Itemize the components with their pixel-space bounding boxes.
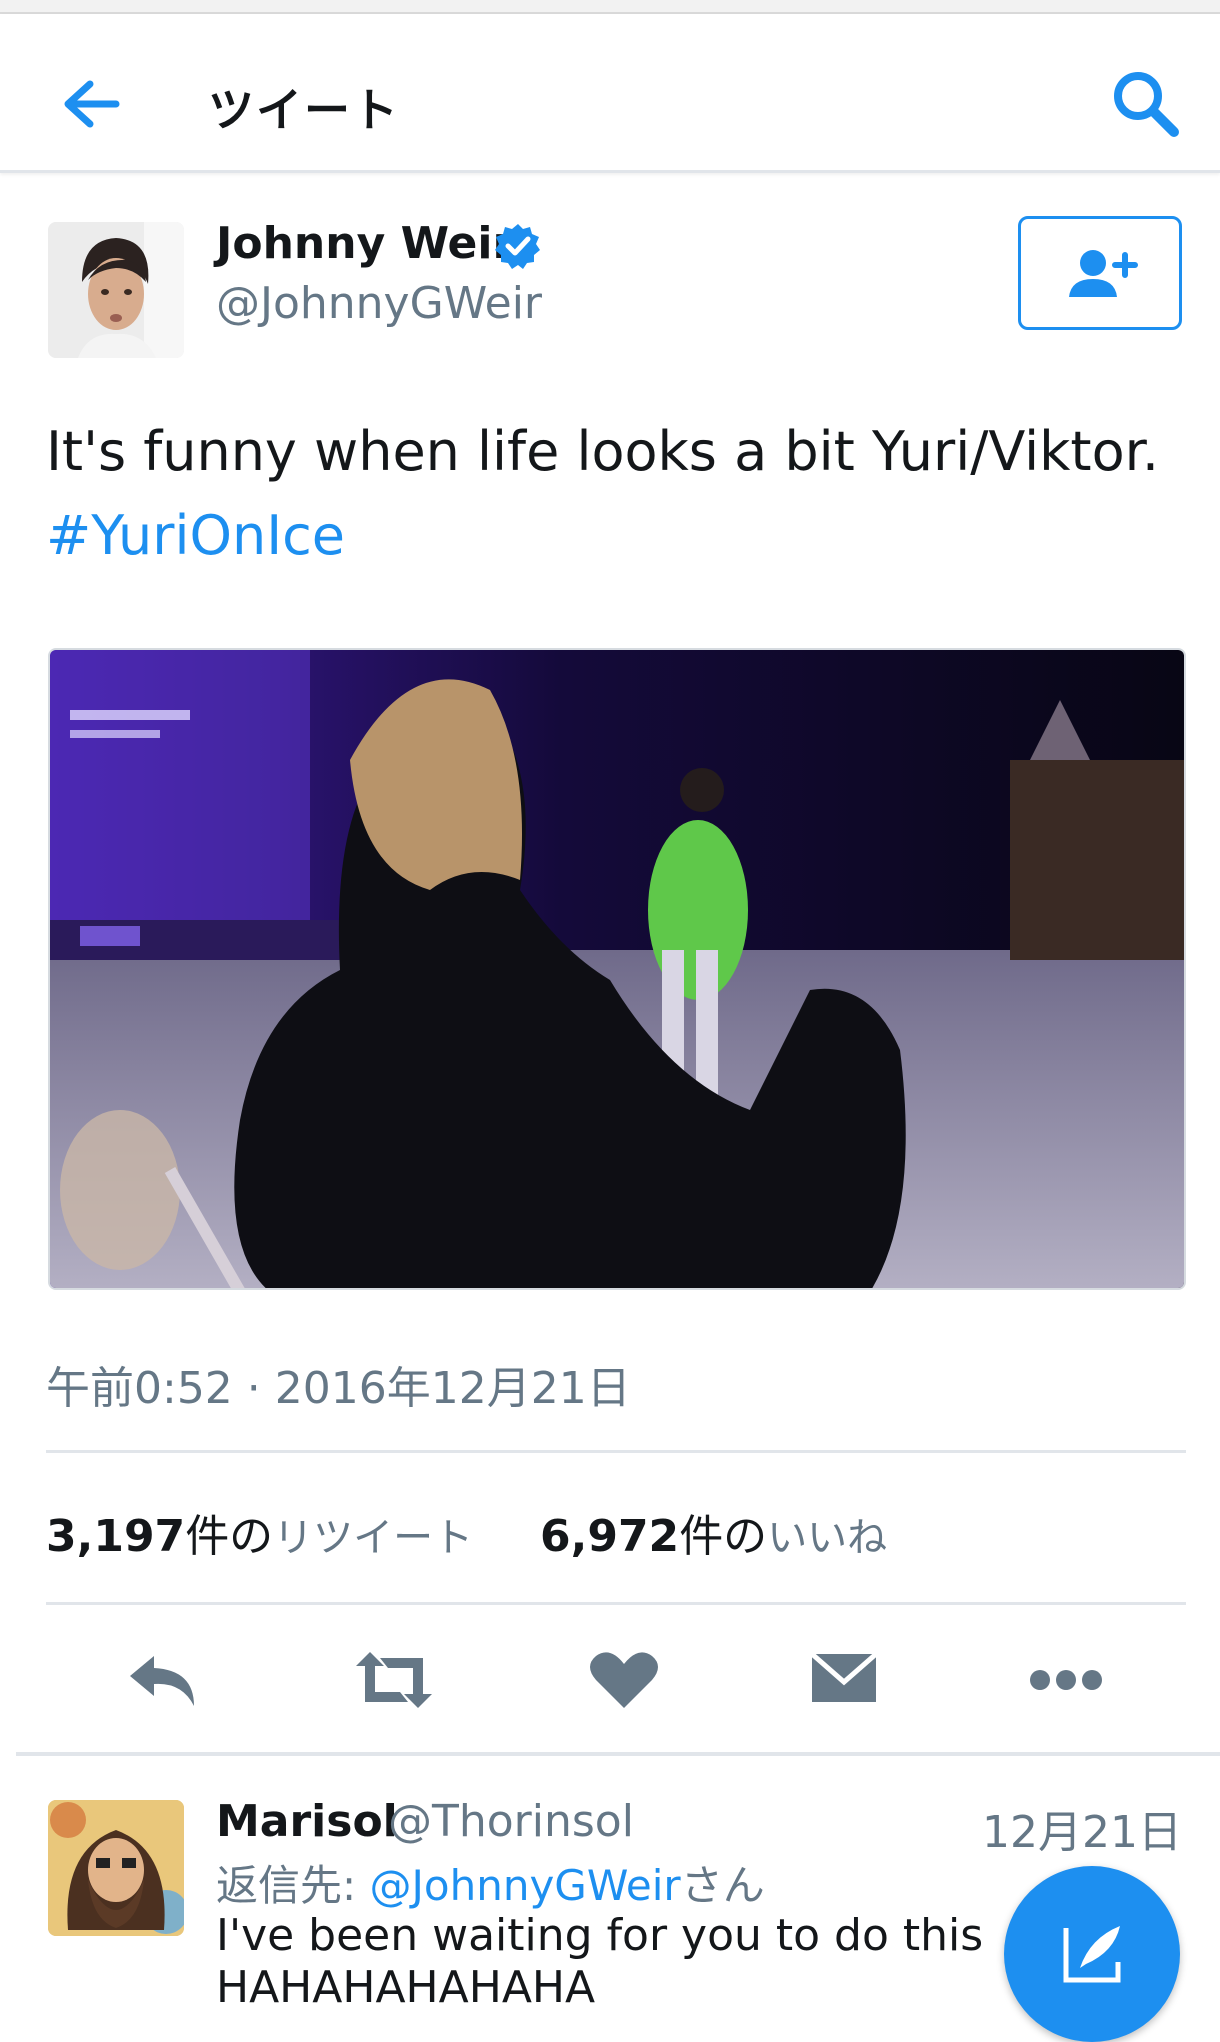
reply-icon[interactable] bbox=[124, 1648, 204, 1712]
retweet-icon[interactable] bbox=[352, 1648, 436, 1712]
reply-date: 12月21日 bbox=[982, 1807, 1182, 1858]
reply-to-link[interactable]: @JohnnyGWeir bbox=[370, 1861, 681, 1910]
reply-prefix: 返信先: bbox=[216, 1861, 370, 1910]
top-navigation-bar: ツイート bbox=[0, 14, 1220, 173]
likes-stat[interactable]: 6,972件のいいね bbox=[540, 1500, 887, 1564]
retweets-label: リツイート bbox=[273, 1515, 474, 1561]
tweet-media[interactable] bbox=[48, 648, 1186, 1290]
replying-to: 返信先: @JohnnyGWeirさん bbox=[216, 1852, 765, 1913]
arrow-left-icon[interactable] bbox=[60, 76, 124, 132]
compose-button[interactable] bbox=[1004, 1866, 1180, 2042]
reply-text-line: HAHAHAHAHAHA bbox=[216, 1962, 596, 2013]
retweets-stat[interactable]: 3,197件のリツイート bbox=[46, 1500, 473, 1564]
compose-feather-icon bbox=[1063, 1926, 1121, 1983]
more-icon[interactable] bbox=[1026, 1648, 1106, 1712]
hashtag-link[interactable]: #YuriOnIce bbox=[46, 494, 1176, 578]
heart-icon[interactable] bbox=[584, 1648, 664, 1712]
tweet-text: It's funny when life looks a bit Yuri/Vi… bbox=[46, 410, 1176, 578]
author-name[interactable]: Johnny Weir bbox=[216, 218, 514, 269]
tweet-timestamp[interactable]: 午前0:52 · 2016年12月21日 bbox=[46, 1352, 631, 1416]
tweet-body: It's funny when life looks a bit Yuri/Vi… bbox=[46, 420, 1160, 483]
reply-author-avatar[interactable] bbox=[48, 1800, 184, 1936]
likes-label: いいね bbox=[767, 1515, 888, 1561]
add-user-icon bbox=[1069, 250, 1138, 297]
retweets-unit: 件の bbox=[185, 1511, 274, 1562]
retweets-count: 3,197 bbox=[46, 1511, 186, 1562]
verified-badge-icon bbox=[494, 222, 542, 270]
author-handle[interactable]: @JohnnyGWeir bbox=[216, 278, 542, 329]
divider bbox=[46, 1450, 1186, 1453]
page-title: ツイート bbox=[208, 83, 400, 137]
reply-text-line: I've been waiting for you to do this bbox=[216, 1910, 984, 1961]
envelope-icon[interactable] bbox=[804, 1648, 884, 1712]
reply-author-handle[interactable]: @Thorinsol bbox=[388, 1796, 634, 1847]
search-icon[interactable] bbox=[1108, 66, 1184, 142]
follow-button[interactable] bbox=[1018, 216, 1182, 330]
reply-author-name[interactable]: Marisol bbox=[216, 1796, 398, 1847]
status-strip bbox=[0, 0, 1220, 14]
reply-suffix: さん bbox=[680, 1861, 765, 1910]
likes-unit: 件の bbox=[679, 1511, 768, 1562]
section-divider bbox=[16, 1752, 1220, 1756]
likes-count: 6,972 bbox=[540, 1511, 680, 1562]
divider bbox=[46, 1602, 1186, 1605]
author-avatar[interactable] bbox=[48, 222, 184, 358]
